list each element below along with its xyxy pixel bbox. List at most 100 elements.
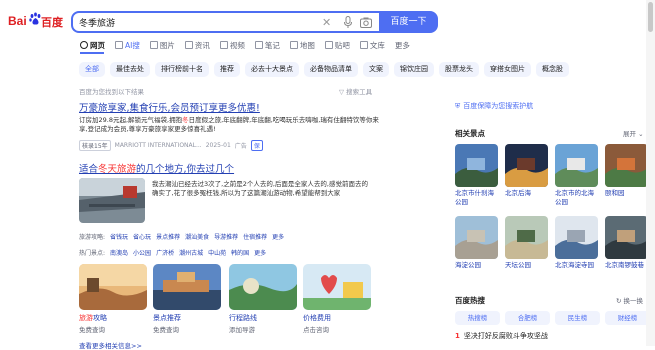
hot-tab[interactable]: 热搜榜: [455, 311, 500, 325]
card-title: 行程路线: [229, 314, 257, 322]
tab-label: 网页: [90, 40, 105, 50]
spot-name: 北京南锣鼓巷: [605, 261, 644, 269]
filter-chip[interactable]: 股票龙头: [439, 62, 479, 77]
related-spot[interactable]: 天坛公园: [505, 216, 548, 270]
related-spot[interactable]: 北京后海: [505, 144, 548, 198]
baidu-protect[interactable]: ⛨ 百度保障为您搜索护航: [455, 101, 533, 111]
link-item[interactable]: 更多: [272, 232, 284, 241]
link-item[interactable]: 潮州古城: [179, 248, 203, 257]
card-title: 价格费用: [303, 314, 331, 322]
related-spot[interactable]: 北京南锣鼓巷: [605, 216, 648, 270]
scrollbar-track[interactable]: [646, 0, 655, 346]
link-item[interactable]: 景点推荐: [156, 232, 180, 241]
related-spot[interactable]: 北京市的北海公园: [555, 144, 598, 207]
filter-chip[interactable]: 推荐: [214, 62, 240, 77]
desc-part: 订房加29.8元起,解锁元气福袋,拥抱: [79, 116, 183, 124]
result-thumbnail[interactable]: [79, 178, 145, 223]
filter-chip[interactable]: 全部: [79, 62, 105, 77]
tab-3[interactable]: 资讯: [184, 39, 210, 51]
filter-chip[interactable]: 必去十大景点: [245, 62, 299, 77]
title-part: 适合: [79, 164, 99, 175]
link-item[interactable]: 广济桥: [156, 248, 174, 257]
hot-tab[interactable]: 民生榜: [555, 311, 600, 325]
link-item[interactable]: 导游推荐: [214, 232, 238, 241]
links-label: 热门景点:: [79, 250, 106, 257]
related-spot[interactable]: 北京市什刹海公园: [455, 144, 498, 207]
card-title-hl: 旅游: [79, 314, 93, 322]
refresh-icon: ↻: [616, 297, 624, 305]
filter-chip[interactable]: 穿搭女图片: [484, 62, 531, 77]
related-spot[interactable]: 海淀公园: [455, 216, 498, 270]
hot-spot-links: 热门景点: 南澳岛 小公园 广济桥 潮州古城 中山苑 韩的国 更多: [79, 248, 266, 257]
expand-label: 展开: [623, 130, 636, 138]
spot-name: 北京后海: [505, 189, 531, 197]
link-item[interactable]: 小公园: [133, 248, 151, 257]
related-spot[interactable]: 颐和园: [605, 144, 648, 198]
more-info-link[interactable]: 查看更多相关信息>>: [79, 340, 142, 350]
tab-6[interactable]: 地图: [289, 39, 315, 51]
link-item[interactable]: 省心玩: [133, 232, 151, 241]
search-tools-button[interactable]: ▽ 搜索工具: [339, 86, 372, 96]
tab-2[interactable]: 图片: [149, 39, 175, 51]
card-image: [303, 264, 371, 310]
tab-label: 笔记: [264, 40, 280, 50]
search-icon: [80, 41, 88, 49]
related-spot[interactable]: 北京海淀寺园: [555, 216, 598, 270]
hot-tab[interactable]: 合肥榜: [505, 311, 550, 325]
filter-chip[interactable]: 最佳去处: [110, 62, 150, 77]
spot-image: [555, 144, 598, 187]
title-highlight: 冬天旅游: [98, 164, 137, 175]
tab-5[interactable]: 笔记: [254, 39, 280, 51]
active-tab-indicator: [80, 52, 104, 54]
close-icon[interactable]: ✕: [322, 16, 331, 29]
tab-7[interactable]: 贴吧: [324, 39, 350, 51]
tab-1[interactable]: AI搜: [115, 39, 140, 51]
link-item[interactable]: 省钱玩: [110, 232, 128, 241]
tab-label: 贴吧: [334, 40, 350, 50]
service-card[interactable]: 景点推荐 免费查询: [153, 264, 221, 334]
microphone-icon[interactable]: [343, 16, 353, 29]
tab-0[interactable]: 网页: [80, 39, 105, 51]
search-box[interactable]: 冬季旅游 ✕: [71, 11, 379, 33]
link-item[interactable]: 住宿推荐: [243, 232, 267, 241]
service-card[interactable]: 行程路线 添加导游: [229, 264, 297, 334]
search-button[interactable]: 百度一下: [379, 11, 438, 33]
tab-label: 视频: [229, 40, 245, 50]
filter-chip[interactable]: 必备物品清单: [304, 62, 358, 77]
tab-4[interactable]: 视频: [219, 39, 245, 51]
filter-chip[interactable]: 文案: [363, 62, 389, 77]
service-card[interactable]: 旅游攻略 免费查询: [79, 264, 147, 334]
hot-search-item[interactable]: 1 坚决打好反腐败斗争攻坚战: [455, 331, 548, 341]
link-item[interactable]: 中山苑: [208, 248, 226, 257]
tab-label: 资讯: [194, 40, 210, 50]
service-card[interactable]: 价格费用 点击咨询: [303, 264, 371, 334]
refresh-button[interactable]: ↻ 换一换: [616, 295, 643, 305]
tab-9[interactable]: 更多: [395, 39, 410, 51]
scrollbar-thumb[interactable]: [648, 2, 653, 32]
site-name[interactable]: MARRIOTT INTERNATIONAL...: [115, 142, 202, 149]
baidu-logo[interactable]: Bai 百度: [8, 12, 64, 31]
filter-chip[interactable]: 概念股: [536, 62, 569, 77]
tab-label: 图片: [159, 40, 175, 50]
tab-label: AI搜: [125, 40, 140, 50]
nav-tabs: 网页 AI搜 图片 资讯 视频 笔记 地图 贴吧 文库 更多: [80, 39, 420, 51]
link-item[interactable]: 韩的国: [231, 248, 249, 257]
logo-cn-text: 百度: [41, 16, 63, 29]
camera-icon[interactable]: [360, 17, 372, 28]
expand-button[interactable]: 展开 ⌄: [623, 128, 644, 138]
search-input[interactable]: 冬季旅游: [79, 16, 115, 29]
spot-image: [605, 144, 648, 187]
tieba-icon: [324, 41, 333, 49]
result-title[interactable]: 适合冬天旅游的几个地方,你去过几个: [79, 161, 234, 175]
filter-chip[interactable]: 锦饮庄园: [394, 62, 434, 77]
hot-search-title: 百度热搜: [455, 296, 485, 305]
tab-8[interactable]: 文库: [359, 39, 385, 51]
filter-chip[interactable]: 排行榜前十名: [155, 62, 209, 77]
result-title-ad[interactable]: 万豪旅享家,集食行乐,会员预订享更多优惠!: [79, 100, 260, 114]
link-item[interactable]: 潮汕美食: [185, 232, 209, 241]
link-item[interactable]: 南澳岛: [110, 248, 128, 257]
link-item[interactable]: 更多: [254, 248, 266, 257]
hot-tab[interactable]: 财经榜: [605, 311, 650, 325]
note-icon: [254, 41, 263, 49]
tab-label: 更多: [394, 40, 410, 50]
